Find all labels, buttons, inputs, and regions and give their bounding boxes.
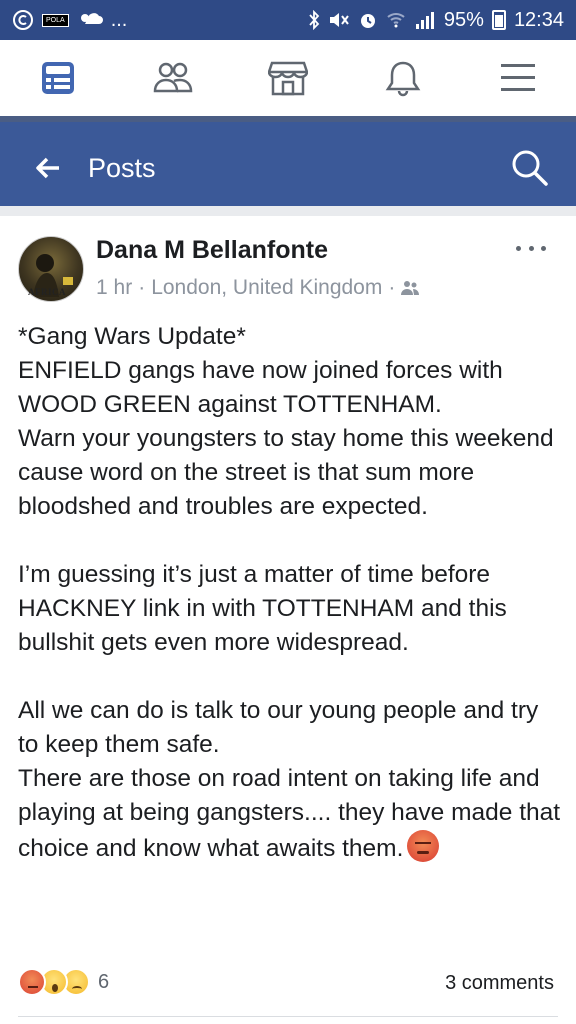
bluetooth-icon: [308, 10, 320, 30]
mute-icon: [328, 10, 350, 30]
friends-audience-icon: [401, 281, 420, 295]
more-dot: [541, 245, 546, 251]
post-location[interactable]: London, United Kingdom: [151, 276, 382, 300]
clock: 12:34: [513, 8, 564, 31]
more-dot: [516, 245, 521, 251]
post-paragraph-last: There are those on road intent on taking…: [18, 762, 563, 866]
tab-menu[interactable]: [488, 48, 548, 108]
notifications-icon: [385, 61, 421, 97]
reactions-summary[interactable]: 6: [18, 968, 109, 996]
status-more: ...: [110, 8, 128, 31]
meta-separator-2: ·: [388, 276, 396, 299]
posts-header: Posts: [0, 130, 576, 206]
status-left: POLA ...: [12, 9, 308, 32]
header-divider: [0, 206, 576, 216]
post-divider: [18, 1016, 558, 1017]
author-name[interactable]: Dana M Bellanfonte: [96, 236, 328, 265]
post-paragraph: All we can do is talk to our young peopl…: [18, 697, 539, 758]
tab-notifications[interactable]: [373, 48, 433, 108]
angry-face-emoji-icon: [407, 830, 440, 862]
battery-percent: 95%: [443, 8, 484, 31]
search-icon: [512, 150, 548, 186]
back-button[interactable]: [28, 148, 68, 188]
tab-friends[interactable]: [143, 48, 203, 108]
ghost-bar: [0, 116, 576, 122]
alarm-icon: [358, 10, 378, 30]
post-options-button[interactable]: [516, 238, 546, 258]
news-feed-icon: [41, 62, 74, 94]
post-paragraph: *Gang Wars Update*: [18, 323, 246, 350]
marketplace-icon: [267, 61, 308, 96]
reaction-count: 6: [98, 970, 110, 993]
copyright-icon: [12, 9, 34, 31]
status-bar: POLA ... 95% 12:34: [0, 0, 576, 40]
more-dot: [528, 245, 534, 251]
status-right: 95% 12:34: [308, 9, 564, 32]
angry-reaction-icon: [18, 968, 46, 996]
post-paragraph-text: There are those on road intent on taking…: [18, 765, 561, 862]
post-body: *Gang Wars Update* ENFIELD gangs have no…: [18, 320, 563, 866]
header-ghost-strip: [0, 116, 576, 130]
back-arrow-icon: [36, 157, 59, 179]
tab-marketplace[interactable]: [258, 48, 318, 108]
post-paragraph: I’m guessing it’s just a matter of time …: [18, 561, 507, 656]
weather-icon: [77, 10, 103, 30]
page-title: Posts: [88, 152, 156, 183]
tab-news-feed[interactable]: [28, 48, 88, 108]
app-notification-badge: POLA: [42, 13, 69, 27]
comments-link[interactable]: 3 comments: [445, 972, 554, 995]
post-paragraph: Warn your youngsters to stay home this w…: [18, 425, 554, 520]
battery-icon: [491, 10, 506, 30]
wifi-icon: [386, 10, 406, 30]
post-meta: 1 hr · London, United Kingdom ·: [96, 276, 420, 300]
avatar-label: AFRICA: [28, 287, 66, 297]
tab-bar: [0, 40, 576, 116]
friends-icon: [153, 62, 193, 93]
post-paragraph: ENFIELD gangs have now joined forces wit…: [18, 357, 503, 418]
post-card: AFRICA Dana M Bellanfonte 1 hr · London,…: [0, 216, 576, 1024]
post-time[interactable]: 1 hr: [96, 276, 132, 300]
meta-separator: ·: [138, 276, 146, 299]
menu-icon: [501, 64, 536, 91]
search-button[interactable]: [502, 140, 558, 196]
signal-icon: [414, 10, 436, 30]
